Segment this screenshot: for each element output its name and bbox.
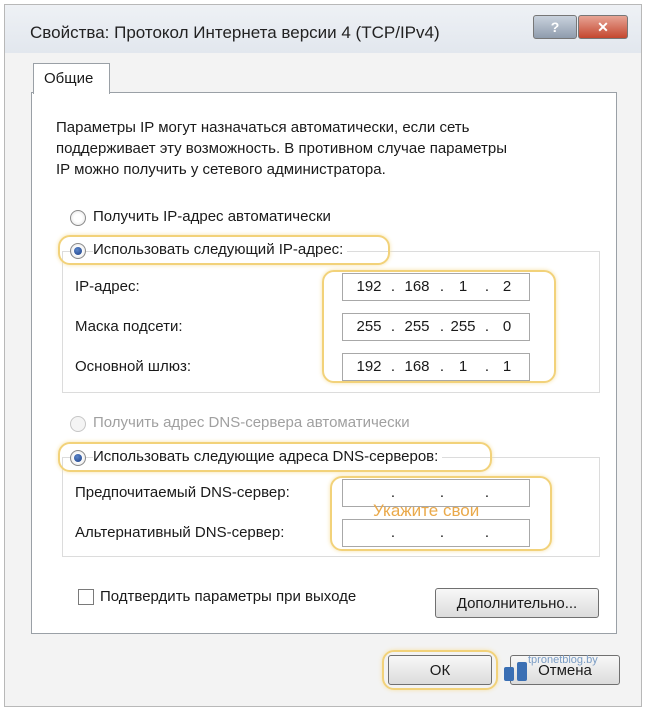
ip-auto-radio[interactable] bbox=[70, 210, 86, 226]
watermark-logo-icon bbox=[504, 667, 514, 681]
octet: 0 bbox=[502, 318, 512, 335]
dns-annotation: Укажите свои bbox=[373, 501, 480, 520]
octet: 2 bbox=[502, 278, 512, 295]
octet: 168 bbox=[404, 358, 430, 375]
dns-auto-radio[interactable] bbox=[70, 416, 86, 432]
description-text: Параметры IP могут назначаться автоматич… bbox=[56, 117, 596, 180]
ip-address-label: IP-адрес: bbox=[75, 278, 140, 295]
description-line: IP можно получить у сетевого администрат… bbox=[56, 161, 386, 178]
ip-auto-label[interactable]: Получить IP-адрес автоматически bbox=[93, 208, 331, 225]
close-icon: ✕ bbox=[597, 18, 609, 35]
validate-label[interactable]: Подтвердить параметры при выходе bbox=[100, 588, 356, 605]
description-line: Параметры IP могут назначаться автоматич… bbox=[56, 119, 470, 136]
tab-general[interactable]: Общие bbox=[33, 63, 110, 94]
ok-button[interactable]: ОК bbox=[388, 655, 492, 685]
title-bar: Свойства: Протокол Интернета версии 4 (T… bbox=[5, 5, 641, 53]
octet: 255 bbox=[356, 318, 382, 335]
default-gateway-field[interactable]: 192. 168. 1. 1 bbox=[342, 353, 530, 381]
octet: 1 bbox=[458, 358, 468, 375]
octet: 1 bbox=[502, 358, 512, 375]
preferred-dns-label: Предпочитаемый DNS-сервер: bbox=[75, 484, 290, 501]
default-gateway-label: Основной шлюз: bbox=[75, 358, 192, 375]
octet: 255 bbox=[450, 318, 476, 335]
ip-manual-label[interactable]: Использовать следующий IP-адрес: bbox=[93, 241, 348, 258]
watermark-logo-icon bbox=[517, 662, 527, 681]
dns-auto-label[interactable]: Получить адрес DNS-сервера автоматически bbox=[93, 414, 410, 431]
description-line: поддерживает эту возможность. В противно… bbox=[56, 140, 508, 157]
subnet-mask-field[interactable]: 255. 255. 255. 0 bbox=[342, 313, 530, 341]
octet: 192 bbox=[356, 358, 382, 375]
subnet-mask-label: Маска подсети: bbox=[75, 318, 183, 335]
ip-address-field[interactable]: 192. 168. 1. 2 bbox=[342, 273, 530, 301]
ip-manual-radio[interactable] bbox=[70, 243, 86, 259]
dns-manual-label[interactable]: Использовать следующие адреса DNS-сервер… bbox=[93, 448, 443, 465]
dns-manual-radio[interactable] bbox=[70, 450, 86, 466]
octet: 1 bbox=[458, 278, 468, 295]
octet: 255 bbox=[404, 318, 430, 335]
validate-checkbox[interactable] bbox=[78, 589, 94, 605]
window-title: Свойства: Протокол Интернета версии 4 (T… bbox=[30, 23, 440, 42]
help-button[interactable]: ? bbox=[533, 15, 577, 39]
close-button[interactable]: ✕ bbox=[578, 15, 628, 39]
octet: 192 bbox=[356, 278, 382, 295]
advanced-button[interactable]: Дополнительно... bbox=[435, 588, 599, 618]
octet: 168 bbox=[404, 278, 430, 295]
watermark-text: tpronetblog.by bbox=[528, 654, 598, 666]
help-icon: ? bbox=[550, 19, 560, 35]
alternate-dns-label: Альтернативный DNS-сервер: bbox=[75, 524, 285, 541]
